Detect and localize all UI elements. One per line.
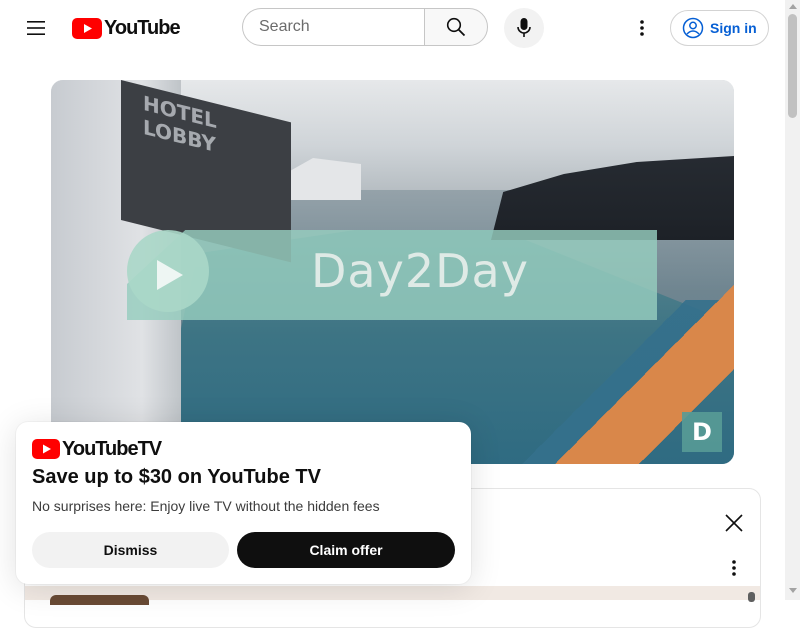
masthead: YouTube Search Sign in — [0, 0, 785, 56]
claim-offer-button[interactable]: Claim offer — [237, 532, 455, 568]
hamburger-icon — [27, 21, 45, 35]
youtube-tv-logo: YouTubeTV — [32, 437, 162, 460]
page-scrollbar[interactable] — [785, 0, 800, 600]
panel-scrollbar-thumb[interactable] — [748, 592, 755, 602]
more-vertical-icon — [732, 560, 736, 576]
channel-watermark-badge[interactable]: D — [682, 412, 722, 452]
search-button[interactable] — [424, 8, 488, 46]
guide-menu-button[interactable] — [16, 8, 56, 48]
intro-banner-text: Day2Day — [311, 244, 529, 298]
sign-in-label: Sign in — [710, 20, 757, 36]
dismiss-button[interactable]: Dismiss — [32, 532, 229, 568]
youtube-play-logo-icon — [32, 439, 60, 459]
search-icon — [446, 17, 466, 37]
panel-item-thumbnail[interactable] — [50, 595, 149, 605]
search-placeholder: Search — [259, 18, 310, 35]
voice-search-button[interactable] — [504, 8, 544, 48]
youtube-tv-promo-dialog: YouTubeTV Save up to $30 on YouTube TV N… — [16, 422, 471, 584]
microphone-icon — [517, 18, 531, 37]
more-vertical-icon — [640, 20, 644, 36]
page-scrollbar-thumb[interactable] — [788, 14, 797, 118]
panel-more-button[interactable] — [722, 556, 746, 580]
promo-title: Save up to $30 on YouTube TV — [32, 466, 321, 488]
account-circle-icon — [682, 17, 704, 39]
youtube-play-logo-icon — [72, 17, 102, 39]
promo-subtitle: No surprises here: Enjoy live TV without… — [32, 498, 380, 514]
settings-more-button[interactable] — [622, 8, 662, 48]
scroll-up-arrow-icon[interactable] — [789, 4, 797, 9]
search-input[interactable]: Search — [242, 8, 424, 46]
scroll-down-arrow-icon[interactable] — [789, 588, 797, 593]
logo-wordmark: YouTube — [104, 16, 181, 39]
sign-in-button[interactable]: Sign in — [670, 10, 769, 46]
close-icon — [725, 514, 743, 532]
panel-close-button[interactable] — [721, 510, 747, 536]
youtube-tv-wordmark: YouTubeTV — [62, 437, 162, 460]
youtube-logo[interactable]: YouTube — [72, 16, 181, 40]
play-icon — [157, 260, 183, 290]
video-player[interactable]: HOTEL LOBBY Day2Day D — [51, 80, 734, 464]
